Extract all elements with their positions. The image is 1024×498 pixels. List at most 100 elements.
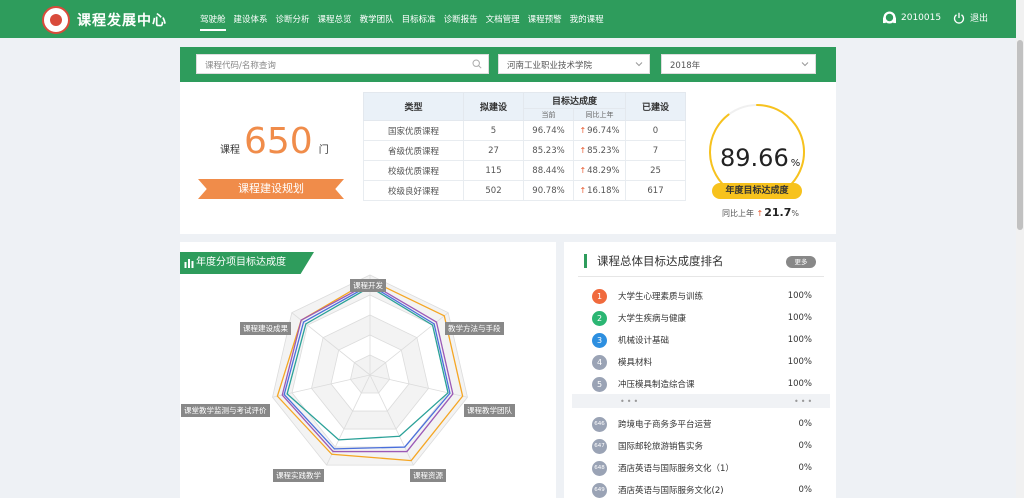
cell-built: 0 — [625, 120, 686, 141]
course-stats-panel: 课程 650 门 课程建设规划 类型 拟建设 目标达成度 已建设 当前 同比上年… — [180, 82, 836, 234]
rank-course-name: 跨境电子商务多平台运营 — [618, 420, 712, 430]
main-nav: 驾驶舱 建设体系 诊断分析 课程总览 教学团队 目标标准 诊断报告 文档管理 课程预警 我的课程 — [200, 13, 612, 31]
col-planned: 拟建设 — [463, 92, 524, 121]
ranking-item[interactable]: 1 大学生心理素质与训练 100% — [592, 287, 812, 305]
cell-current: 88.44% — [523, 160, 574, 181]
user-menu[interactable]: 2010015 — [883, 11, 941, 24]
rank-course-name: 酒店英语与国际服务文化（1） — [618, 464, 734, 474]
gauge-badge: 年度目标达成度 — [712, 183, 802, 199]
ranking-item[interactable]: 647 国际邮轮旅游销售实务 0% — [592, 437, 812, 455]
radar-panel: 年度分项目标达成度 课程开发 教学方法与手段 课程教学团队 课程资源 课程实践教学 课堂教… — [180, 242, 556, 498]
school-select[interactable]: 河南工业职业技术学院 — [498, 54, 650, 74]
radar-axis-label: 课程资源 — [410, 469, 446, 482]
radar-axis-label: 教学方法与手段 — [445, 322, 504, 335]
cell-built: 617 — [625, 180, 686, 201]
nav-item[interactable]: 目标标准 — [402, 13, 436, 31]
nav-item[interactable]: 教学团队 — [360, 13, 394, 31]
ranking-item[interactable]: 648 酒店英语与国际服务文化（1） 0% — [592, 459, 812, 477]
cell-type: 省级优质课程 — [363, 140, 464, 161]
rank-course-name: 模具材料 — [618, 358, 653, 368]
power-icon — [953, 12, 965, 24]
rank-badge: 647 — [592, 438, 607, 454]
rank-course-name: 冲压模具制造综合课 — [618, 380, 695, 390]
gauge-value: 89.66% — [720, 144, 801, 172]
rank-percentage: 100% — [787, 357, 812, 367]
cell-type: 国家优质课程 — [363, 120, 464, 141]
ranking-item[interactable]: 5 冲压模具制造综合课 100% — [592, 375, 812, 393]
ranking-item[interactable]: 646 跨境电子商务多平台运营 0% — [592, 415, 812, 433]
course-count: 课程 650 门 — [220, 124, 329, 160]
nav-item[interactable]: 我的课程 — [570, 13, 604, 31]
course-count-unit: 门 — [318, 145, 329, 156]
user-id: 2010015 — [901, 12, 942, 23]
col-current: 当前 — [523, 108, 574, 121]
scroll-thumb[interactable] — [1017, 40, 1023, 230]
bar-chart-icon — [184, 259, 194, 268]
up-arrow-icon: ↑ — [756, 209, 764, 218]
cell-yoy: ↑85.23% — [573, 140, 626, 161]
ranking-item[interactable]: 2 大学生疾病与健康 100% — [592, 309, 812, 327]
col-rate: 目标达成度 — [523, 92, 626, 109]
ranking-item[interactable]: 4 模具材料 100% — [592, 353, 812, 371]
cell-current: 90.78% — [523, 180, 574, 201]
cell-yoy: ↑48.29% — [573, 160, 626, 181]
rank-percentage: 0% — [798, 441, 813, 451]
rank-badge: 646 — [592, 416, 607, 432]
search-input[interactable]: 课程代码/名称查询 — [196, 54, 489, 74]
ellipsis-icon: ••• — [620, 397, 641, 406]
cell-built: 7 — [625, 140, 686, 161]
radar-axis-label: 课程实践教学 — [273, 469, 324, 482]
app-title: 课程发展中心 — [77, 13, 167, 29]
nav-item[interactable]: 课程总览 — [318, 13, 352, 31]
rank-badge: 3 — [592, 332, 607, 348]
logo-icon — [42, 6, 70, 34]
nav-item[interactable]: 建设体系 — [234, 13, 268, 31]
rank-badge: 648 — [592, 460, 607, 476]
chevron-down-icon — [801, 62, 809, 67]
chevron-down-icon — [635, 62, 643, 67]
top-header: 课程发展中心 驾驶舱 建设体系 诊断分析 课程总览 教学团队 目标标准 诊断报告 文档管理 课程… — [0, 0, 1016, 38]
divider — [578, 276, 824, 277]
table-row: 校级良好课程 502 90.78% ↑16.18% 617 — [363, 180, 686, 201]
nav-item[interactable]: 文档管理 — [486, 13, 520, 31]
rank-badge: 2 — [592, 310, 607, 326]
up-arrow-icon: ↑ — [579, 165, 587, 175]
rank-badge: 5 — [592, 376, 607, 392]
course-count-value: 650 — [244, 121, 313, 162]
cell-yoy: ↑16.18% — [573, 180, 626, 201]
nav-item[interactable]: 驾驶舱 — [200, 13, 226, 31]
more-button[interactable]: 更多 — [786, 256, 816, 268]
rank-course-name: 国际邮轮旅游销售实务 — [618, 442, 704, 452]
rank-course-name: 大学生心理素质与训练 — [618, 292, 704, 302]
rank-badge: 1 — [592, 288, 607, 304]
col-built: 已建设 — [625, 92, 686, 121]
nav-item[interactable]: 课程预警 — [528, 13, 562, 31]
col-type: 类型 — [363, 92, 464, 121]
radar-tab[interactable]: 年度分项目标达成度 — [180, 252, 314, 274]
rank-badge: 4 — [592, 354, 607, 370]
radar-axis-label: 课程教学团队 — [464, 404, 515, 417]
logout-button[interactable]: 退出 — [953, 11, 988, 24]
rank-course-name: 大学生疾病与健康 — [618, 314, 687, 324]
up-arrow-icon: ↑ — [579, 125, 587, 135]
school-select-value: 河南工业职业技术学院 — [507, 61, 593, 71]
annual-target-gauge: 89.66% 年度目标达成度 同比上年 ↑21.7% — [700, 96, 820, 232]
page-scrollbar[interactable] — [1016, 0, 1024, 498]
radar-axis-label: 课堂教学监测与考试评价 — [181, 404, 270, 417]
year-select[interactable]: 2018年 — [661, 54, 816, 74]
cell-built: 25 — [625, 160, 686, 181]
up-arrow-icon: ↑ — [579, 145, 587, 155]
filter-bar: 课程代码/名称查询 河南工业职业技术学院 2018年 — [180, 47, 836, 82]
rank-percentage: 0% — [798, 485, 813, 495]
nav-item[interactable]: 诊断分析 — [276, 13, 310, 31]
search-placeholder: 课程代码/名称查询 — [205, 61, 276, 71]
logout-label: 退出 — [970, 14, 989, 24]
nav-item[interactable]: 诊断报告 — [444, 13, 478, 31]
course-plan-button[interactable]: 课程建设规划 — [198, 179, 344, 199]
cell-planned: 27 — [463, 140, 524, 161]
radar-axis-label: 课程建设成果 — [240, 322, 291, 335]
search-icon — [472, 59, 482, 69]
user-icon — [883, 11, 896, 24]
ranking-item[interactable]: 3 机械设计基础 100% — [592, 331, 812, 349]
ranking-item[interactable]: 649 酒店英语与国际服务文化(2) 0% — [592, 481, 812, 498]
